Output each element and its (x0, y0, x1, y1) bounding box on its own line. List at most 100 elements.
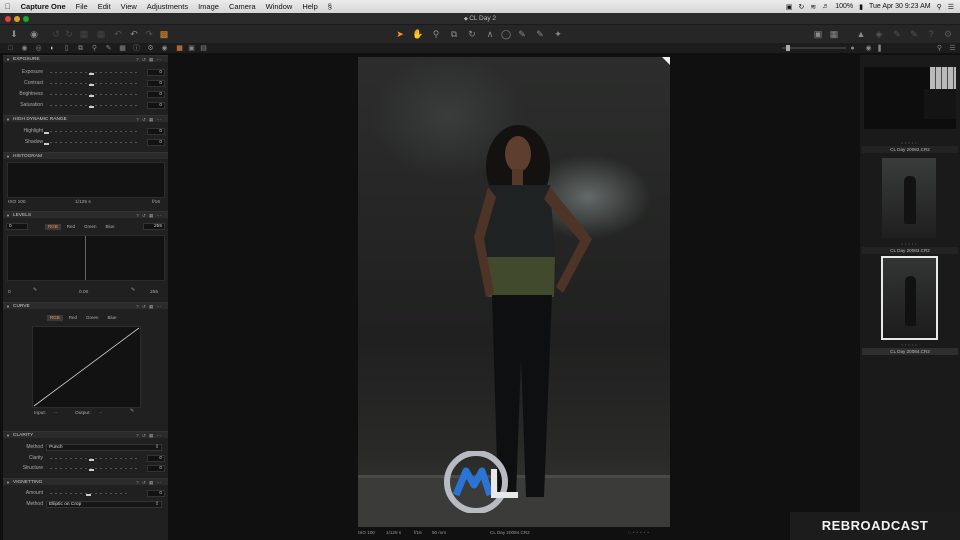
hdr-header[interactable]: ▼ HIGH DYNAMIC RANGE ? ↺ ▦ ⋯ (3, 115, 168, 122)
menu-view[interactable]: View (116, 2, 142, 11)
highlight-slider-row[interactable]: Highlight 0 (3, 127, 168, 136)
slider-knob[interactable] (44, 140, 49, 145)
exposure-slider-row[interactable]: Exposure 0 (3, 68, 168, 77)
white-picker-icon[interactable]: ✎ (131, 288, 135, 293)
proof-icon[interactable]: ◈ (873, 28, 885, 40)
help-icon[interactable]: ? (925, 28, 937, 40)
search-icon[interactable]: ⚲ (935, 44, 944, 53)
shadow-slider-row[interactable]: Shadow 0 (3, 138, 168, 147)
collapse-icon[interactable]: ▼ (6, 56, 10, 63)
exposure-header[interactable]: ▼ EXPOSURE ? ↺ ▦ ⋯ (3, 55, 168, 62)
levels-midpoint-value[interactable]: 0.00 (79, 290, 88, 295)
thumbnail-size-knob[interactable] (786, 45, 790, 51)
tab-blue[interactable]: Blue (103, 224, 118, 230)
value-field[interactable]: 0 (147, 455, 165, 462)
exposure-warning-icon[interactable]: ▲ (855, 28, 867, 40)
spotlight-icon[interactable]: ⚲ (937, 3, 942, 11)
vignetting-header[interactable]: ▼ VIGNETTING ? ↺ ▦ ⋯ (3, 478, 168, 485)
thumbnail-3-rating[interactable]: ••••• (860, 342, 960, 347)
focus-tab-icon[interactable]: ▯ (62, 44, 71, 53)
battery-label[interactable]: 100% (835, 3, 853, 10)
zoom-tool-icon[interactable]: ⚲ (430, 28, 442, 40)
slider-track[interactable] (50, 94, 138, 95)
grid-icon[interactable]: ▦ (828, 28, 840, 40)
crop-tool-icon[interactable]: ⧉ (448, 28, 460, 40)
clarity-header[interactable]: ▼ CLARITY ? ↺ ▦ ⋯ (3, 431, 168, 438)
menu-file[interactable]: File (71, 2, 93, 11)
browser-viewer-icon[interactable]: ▣ (187, 44, 196, 53)
value-field[interactable]: 0 (147, 139, 165, 146)
levels-high-output[interactable]: 255 (150, 290, 158, 295)
output-tab-icon[interactable]: ⚙ (146, 44, 155, 53)
spot-removal-icon[interactable]: ◯ (500, 28, 512, 40)
rating-stars[interactable]: □••••• (628, 528, 651, 537)
eye-icon[interactable]: ◉ (864, 44, 873, 53)
composition-tab-icon[interactable]: ⧉ (76, 44, 85, 53)
image-viewer[interactable]: ISO 100 1/125 s f/16 50 mm CL Day 20084.… (168, 55, 860, 540)
tab-rgb[interactable]: RGB (45, 224, 61, 230)
collapse-icon[interactable]: ▼ (6, 153, 10, 160)
value-field[interactable]: 0 (147, 91, 165, 98)
screen-icon[interactable]: ▣ (786, 3, 793, 11)
thumbnail-1-rating[interactable]: ••••• (860, 140, 960, 145)
value-field[interactable]: 0 (147, 128, 165, 135)
collapse-icon[interactable]: ▼ (6, 212, 10, 219)
thumbnail-3-image[interactable] (881, 256, 938, 340)
slider-knob[interactable] (89, 81, 94, 86)
rotate-left-icon[interactable]: ↺ (50, 28, 62, 40)
slider-knob[interactable] (86, 491, 91, 496)
slider-track[interactable] (50, 458, 138, 459)
volume-icon[interactable]: ♬ (822, 3, 829, 10)
thumbnail-size-slider[interactable] (782, 45, 846, 51)
slider-knob[interactable] (89, 466, 94, 471)
section-icons[interactable]: ? ↺ ▦ ⋯ (136, 56, 162, 63)
section-icons[interactable]: ? ↺ ▦ ⋯ (136, 479, 162, 486)
clock[interactable]: Tue Apr 30 9:23 AM (869, 3, 931, 10)
value-field[interactable]: 0 (147, 490, 165, 497)
undo-icon[interactable]: ↶ (128, 28, 140, 40)
slider-knob[interactable] (89, 103, 94, 108)
levels-header[interactable]: ▼ LEVELS ? ↺ ▦ ⋯ (3, 211, 168, 218)
value-field[interactable]: 0 (147, 69, 165, 76)
app-menu[interactable]: Capture One (16, 2, 71, 11)
rotate-right-icon[interactable]: ↻ (63, 28, 75, 40)
slider-track[interactable] (50, 72, 138, 73)
menu-help[interactable]: Help (297, 2, 322, 11)
brightness-slider-row[interactable]: Brightness 0 (3, 90, 168, 99)
value-field[interactable]: 0 (147, 102, 165, 109)
wifi-icon[interactable]: ≋ (810, 3, 816, 11)
slider-track[interactable] (50, 131, 138, 132)
edit-all-icon[interactable]: ✎ (891, 28, 903, 40)
adjustments-tab-icon[interactable]: ▦ (118, 44, 127, 53)
pan-tool-icon[interactable]: ✋ (412, 28, 424, 40)
menu-adjustments[interactable]: Adjustments (142, 2, 193, 11)
vignetting-amount-row[interactable]: Amount 0 (3, 489, 168, 498)
exposure-tab-icon[interactable]: ◐ (48, 44, 57, 53)
browser-list-icon[interactable]: ▤ (199, 44, 208, 53)
settings-icon[interactable]: ⚙ (942, 28, 954, 40)
redo-icon[interactable]: ↷ (143, 28, 155, 40)
menu-camera[interactable]: Camera (224, 2, 261, 11)
script-icon[interactable]: § (323, 2, 337, 11)
lens-tab-icon[interactable]: ◎ (34, 44, 43, 53)
pause-icon[interactable]: ❚ (875, 44, 884, 53)
section-icons[interactable]: ? ↺ ▦ ⋯ (136, 212, 162, 219)
sync-icon[interactable]: ↻ (798, 3, 804, 11)
cursor-tool-icon[interactable]: ➤ (394, 28, 406, 40)
camera-icon[interactable]: ◉ (28, 28, 40, 40)
black-picker-icon[interactable]: ✎ (33, 288, 37, 293)
picker-tool-icon[interactable]: ✎ (534, 28, 546, 40)
levels-low-output[interactable]: 0 (8, 290, 11, 295)
tab-blue[interactable]: Blue (105, 315, 120, 321)
browser-grid-icon[interactable]: ▦ (175, 44, 184, 53)
process-icon[interactable]: ▩ (158, 28, 170, 40)
collapse-icon[interactable]: ▼ (6, 116, 10, 123)
histogram-header[interactable]: ▼ HISTOGRAM (3, 152, 168, 159)
tab-red[interactable]: Red (66, 315, 80, 321)
slider-knob[interactable] (89, 70, 94, 75)
curve-picker-icon[interactable]: ✎ (130, 409, 134, 414)
collapse-icon[interactable]: ▼ (6, 479, 10, 486)
details-tab-icon[interactable]: ⚲ (90, 44, 99, 53)
value-field[interactable]: 0 (147, 465, 165, 472)
apple-icon[interactable]:  (0, 2, 16, 11)
